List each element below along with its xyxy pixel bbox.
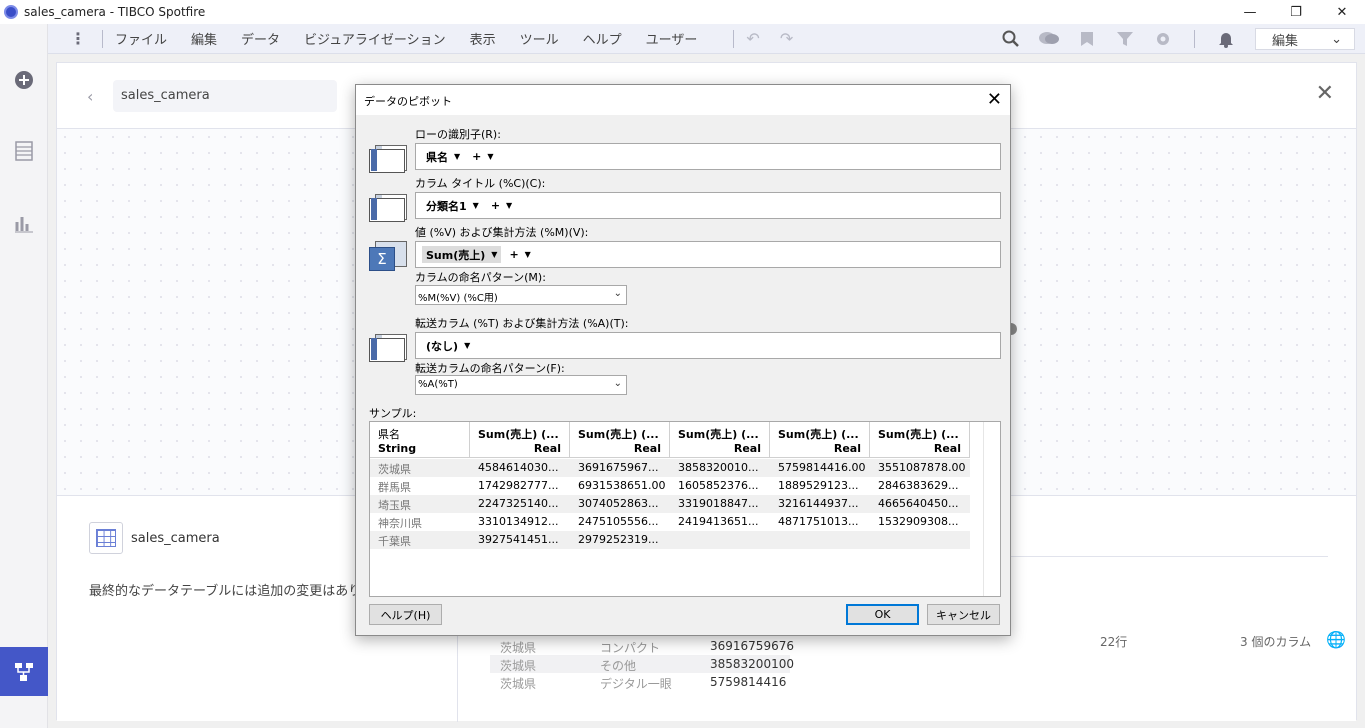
minimize-button[interactable]: —: [1227, 0, 1273, 24]
comments-icon[interactable]: [1030, 31, 1068, 47]
sample-scrollbar[interactable]: [983, 422, 1000, 596]
add-column-title-button[interactable]: + ▼: [487, 199, 516, 212]
transfer-columns-icon: [369, 332, 408, 362]
table-name: sales_camera: [131, 531, 220, 546]
table-row: 茨城県 デジタル一眼 5759814416: [500, 675, 787, 691]
window-title: sales_camera - TIBCO Spotfire: [24, 5, 206, 19]
settings-gear-icon[interactable]: [1144, 31, 1182, 47]
mode-select-value: 編集: [1272, 33, 1299, 49]
dialog-close-icon[interactable]: ✕: [987, 89, 1002, 110]
pivot-dialog: データのピボット ✕ ローの識別子(R): 県名 ▼ + ▼ カラム タイトル (%…: [355, 84, 1011, 636]
sigma-icon: Σ: [369, 241, 408, 271]
values-label: 値 (%V) および集計方法 (%M)(V):: [415, 226, 589, 239]
close-icon[interactable]: ✕: [1316, 81, 1334, 106]
dialog-titlebar: データのピボット ✕: [356, 85, 1010, 115]
notification-bell-icon[interactable]: [1207, 30, 1245, 48]
more-menu-icon[interactable]: ⋮: [70, 29, 90, 48]
add-icon[interactable]: [10, 66, 38, 94]
row-id-label: ローの識別子(R):: [415, 128, 501, 141]
naming-pattern-label: カラムの命名パターン(M):: [415, 271, 546, 284]
table-row: 群馬県 1742982777... 6931538651.00 16058523…: [378, 479, 959, 494]
naming-pattern-select[interactable]: %M(%V) (%C用) ⌄: [415, 285, 627, 305]
menu-separator: [1194, 30, 1195, 48]
mode-select[interactable]: 編集 ⌄: [1255, 28, 1355, 50]
column-title-icon: [369, 192, 408, 222]
column-header: Sum(売上) (... Real: [470, 422, 570, 458]
transfer-naming-select[interactable]: %A(%T) ⌄: [415, 375, 627, 395]
table-row: 神奈川県 3310134912... 2475105556... 2419413…: [378, 515, 959, 530]
transfer-naming-label: 転送カラムの命名パターン(F):: [415, 362, 565, 375]
filter-icon[interactable]: [1106, 31, 1144, 47]
dialog-title: データのピボット: [364, 95, 452, 108]
column-title-chip[interactable]: 分類名1 ▼: [422, 197, 483, 214]
column-header: Sum(売上) (... Real: [670, 422, 770, 458]
menu-edit[interactable]: 編集: [191, 29, 217, 48]
table-row: 千葉県 3927541451... 2979252319...: [370, 531, 970, 549]
menu-file[interactable]: ファイル: [115, 29, 167, 48]
back-chevron-icon[interactable]: ‹: [87, 87, 93, 106]
data-table-icon: [89, 522, 123, 554]
sample-label: サンプル:: [369, 407, 417, 420]
ok-button[interactable]: OK: [846, 604, 919, 625]
row-id-icon: [369, 143, 408, 173]
left-rail: [0, 24, 48, 728]
row-id-chip[interactable]: 県名 ▼: [422, 148, 464, 165]
undo-icon[interactable]: ↶: [746, 29, 759, 48]
column-title-label: カラム タイトル (%C)(C):: [415, 177, 546, 190]
data-table-icon[interactable]: [10, 137, 38, 165]
chevron-down-icon: ⌄: [613, 288, 622, 299]
search-icon[interactable]: [992, 30, 1030, 48]
values-field[interactable]: Sum(売上) ▼ + ▼: [415, 241, 1001, 268]
menu-tools[interactable]: ツール: [520, 29, 559, 48]
values-chip[interactable]: Sum(売上) ▼: [422, 246, 502, 263]
column-header: Sum(売上) (... Real: [870, 422, 970, 458]
row-count: 22行: [1100, 635, 1128, 649]
data-canvas-icon[interactable]: [0, 647, 48, 696]
transfer-columns-label: 転送カラム (%T) および集計方法 (%A)(T):: [415, 317, 629, 330]
breadcrumb[interactable]: sales_camera: [113, 80, 337, 112]
menu-bar: ⋮ ファイル 編集 データ ビジュアライゼーション 表示 ツール ヘルプ ユーザ…: [48, 24, 1365, 54]
transfer-columns-field[interactable]: (なし) ▼: [415, 332, 1001, 359]
menu-user[interactable]: ユーザー: [646, 29, 698, 48]
maximize-button[interactable]: ❐: [1273, 0, 1319, 24]
add-row-id-button[interactable]: + ▼: [468, 150, 497, 163]
menu-data[interactable]: データ: [241, 29, 280, 48]
globe-icon[interactable]: 🌐: [1326, 630, 1346, 649]
menu-view[interactable]: 表示: [470, 29, 496, 48]
spotfire-app-icon: [4, 5, 18, 19]
column-header: Sum(売上) (... Real: [570, 422, 670, 458]
chevron-down-icon: ⌄: [613, 378, 622, 389]
menu-separator: [102, 29, 103, 48]
table-row: 埼玉県 2247325140... 3074052863... 33190188…: [370, 495, 970, 513]
close-window-button[interactable]: ✕: [1319, 0, 1365, 24]
cancel-button[interactable]: キャンセル: [927, 604, 1000, 625]
chevron-down-icon: ⌄: [1331, 31, 1342, 47]
transfer-columns-chip[interactable]: (なし) ▼: [422, 337, 474, 354]
table-row: 茨城県 コンパクト 36916759676: [500, 639, 794, 655]
menu-help[interactable]: ヘルプ: [583, 29, 622, 48]
table-row: 茨城県 4584614030... 3691675967... 38583200…: [370, 459, 970, 477]
add-values-button[interactable]: + ▼: [505, 248, 534, 261]
bookmark-icon[interactable]: [1068, 31, 1106, 47]
visualization-icon[interactable]: [10, 209, 38, 237]
help-button[interactable]: ヘルプ(H): [369, 604, 442, 625]
column-count: 3 個のカラム: [1240, 635, 1312, 649]
window-titlebar: sales_camera - TIBCO Spotfire — ❐ ✕: [0, 0, 1365, 24]
column-title-field[interactable]: 分類名1 ▼ + ▼: [415, 192, 1001, 219]
sample-table: 県名 String Sum(売上) (... Real Sum(売上) (... Re…: [369, 421, 1001, 597]
menu-separator: [733, 29, 735, 48]
menu-visualization[interactable]: ビジュアライゼーション: [304, 29, 446, 48]
column-header: 県名 String: [370, 422, 470, 458]
row-id-field[interactable]: 県名 ▼ + ▼: [415, 143, 1001, 170]
column-header: Sum(売上) (... Real: [770, 422, 870, 458]
table-row: 茨城県 その他 38583200100: [490, 655, 794, 673]
redo-icon[interactable]: ↷: [780, 29, 793, 48]
final-table-message: 最終的なデータテーブルには追加の変更はありませ: [89, 584, 359, 599]
